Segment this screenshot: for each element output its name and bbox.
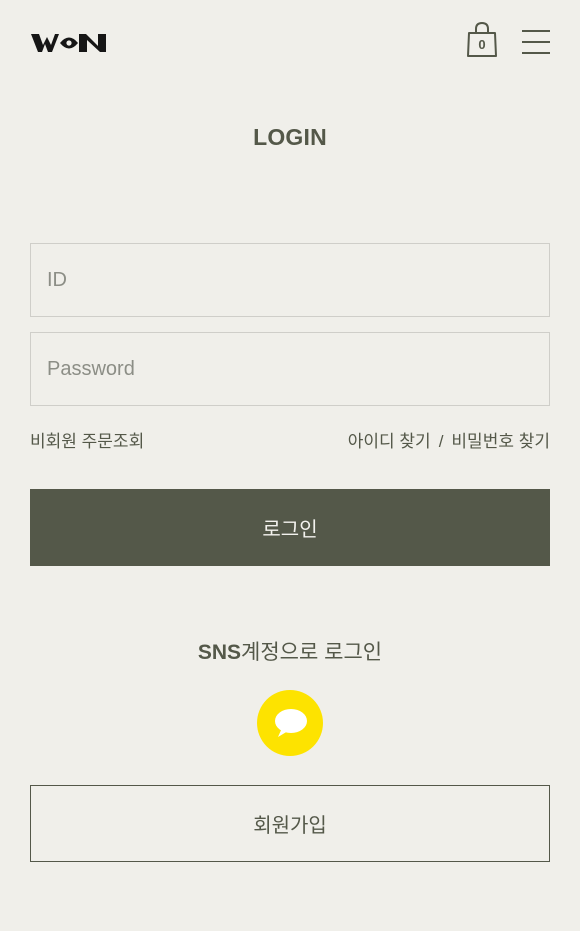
cart-count-badge: 0	[478, 37, 486, 52]
menu-bar	[522, 30, 550, 32]
sns-login-heading: SNS계정으로 로그인	[0, 636, 580, 666]
login-page: 0 LOGIN 비회원 주문조회 아이디 찾기 / 비밀번호 찾기 로그인 SNS계…	[0, 0, 580, 931]
brand-logo[interactable]	[31, 33, 107, 53]
find-id-link[interactable]: 아이디 찾기	[348, 432, 431, 451]
sns-label: SNS	[197, 641, 242, 664]
menu-bar	[522, 52, 550, 54]
login-button[interactable]: 로그인	[30, 489, 550, 566]
hamburger-menu-button[interactable]	[522, 30, 550, 56]
link-separator: /	[438, 432, 444, 451]
join-button[interactable]: 회원가입	[30, 785, 550, 862]
logo-mark	[31, 34, 106, 52]
id-input[interactable]	[30, 243, 550, 317]
kakao-talk-icon	[275, 709, 307, 737]
kakao-login-button[interactable]	[257, 690, 323, 756]
find-password-link[interactable]: 비밀번호 찾기	[451, 432, 550, 451]
find-account-links: 아이디 찾기 / 비밀번호 찾기	[348, 427, 550, 452]
sns-heading-text: 계정으로 로그인	[241, 641, 383, 664]
cart-button[interactable]: 0	[466, 22, 498, 58]
password-input[interactable]	[30, 332, 550, 406]
menu-bar	[522, 41, 550, 43]
page-title: LOGIN	[253, 124, 327, 150]
guest-order-lookup-link[interactable]: 비회원 주문조회	[30, 427, 144, 452]
